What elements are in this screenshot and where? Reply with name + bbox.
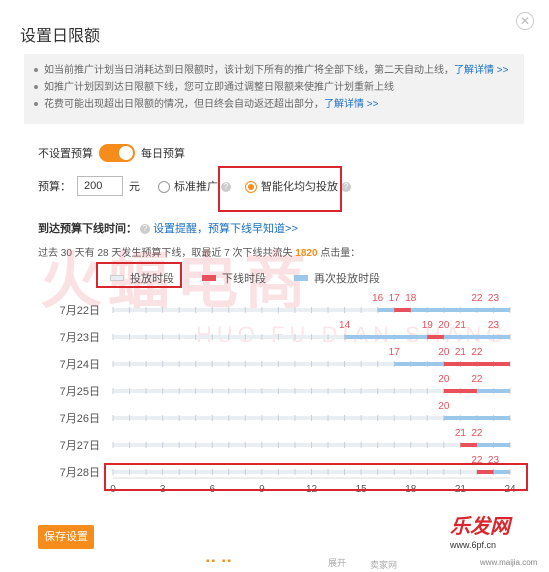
- highlight-row-0728: [104, 463, 528, 491]
- notice-line-3: 花费可能出现超出日限额的情况，但日终会自动返还超出部分，了解详情 >>: [34, 96, 514, 113]
- radio-standard[interactable]: [158, 181, 170, 194]
- notice-box: 如当前推广计划当日消耗达到日限额时，该计划下所有的推广将全部下线，第二天自动上线…: [24, 54, 524, 124]
- footer-site-name: 卖家网: [370, 560, 398, 570]
- offline-segment: [443, 389, 477, 393]
- summary-row: 过去 30 天有 28 天发生预算下线，取最近 7 次下线共流失 1820 点击…: [38, 248, 361, 259]
- hour-data-label: 20: [438, 374, 450, 385]
- bullet-icon: [34, 68, 38, 73]
- offline-time-label: 到达预算下线时间：: [38, 223, 137, 235]
- hour-data-label: 20: [438, 320, 450, 331]
- daily-budget-label: 每日预算: [141, 148, 185, 160]
- relaunch-segment: [476, 443, 510, 447]
- offline-segment: [460, 443, 477, 447]
- highlight-smart-delivery: [218, 166, 342, 212]
- relaunch-segment: [476, 389, 510, 393]
- hour-data-label: 21: [455, 320, 467, 331]
- budget-toggle[interactable]: [99, 144, 135, 162]
- hour-data-label: 22: [471, 374, 483, 385]
- relaunch-segment: [443, 416, 510, 420]
- hour-data-label: 21: [455, 428, 467, 439]
- brand-url: www.6pf.cn: [450, 540, 497, 550]
- set-daily-limit-dialog: 设置日限额 ✕ 如当前推广计划当日消耗达到日限额时，该计划下所有的推广将全部下线…: [0, 0, 549, 572]
- row-date-label: 7月24日: [60, 359, 100, 371]
- bullet-icon: [34, 102, 38, 107]
- hour-data-label: 23: [488, 320, 500, 331]
- learn-more-link-1[interactable]: 了解详情 >>: [454, 65, 508, 76]
- hour-data-label: 14: [339, 320, 351, 331]
- footer-icons: ▪▪ ▪▪: [206, 556, 233, 567]
- toggle-knob: [119, 146, 133, 160]
- offline-segment: [443, 362, 510, 366]
- budget-label: 预算：: [38, 181, 71, 193]
- hour-data-label: 23: [488, 293, 500, 304]
- footer-expand[interactable]: 展开: [328, 556, 346, 569]
- highlight-legend-base: [96, 262, 182, 288]
- lost-clicks-count: 1820: [295, 248, 318, 259]
- brand-logo-text: 乐发网: [450, 516, 510, 538]
- hour-data-label: 18: [405, 293, 417, 304]
- row-date-label: 7月27日: [60, 440, 100, 452]
- hour-data-label: 16: [372, 293, 384, 304]
- notice-line-2: 如推广计划因到达日限额下线，您可立即通过调整日限额来使推广计划重新上线: [34, 79, 514, 96]
- hour-data-label: 17: [389, 347, 401, 358]
- close-icon[interactable]: ✕: [516, 12, 534, 30]
- help-icon[interactable]: ?: [140, 224, 150, 235]
- hour-data-label: 22: [471, 347, 483, 358]
- row-date-label: 7月26日: [60, 413, 100, 425]
- row-date-label: 7月22日: [60, 305, 100, 317]
- no-budget-label: 不设置预算: [38, 148, 93, 160]
- row-date-label: 7月28日: [60, 467, 100, 479]
- budget-unit: 元: [129, 181, 140, 193]
- notice-line-1: 如当前推广计划当日消耗达到日限额时，该计划下所有的推广将全部下线，第二天自动上线…: [34, 62, 514, 79]
- hour-data-label: 20: [438, 347, 450, 358]
- hour-data-label: 19: [422, 320, 434, 331]
- offline-segment: [427, 335, 444, 339]
- legend-swatch-offline: [202, 275, 216, 281]
- offline-segment: [394, 308, 411, 312]
- hour-data-label: 22: [471, 428, 483, 439]
- hour-data-label: 20: [438, 401, 450, 412]
- footer-url: www.maijia.com: [480, 558, 538, 567]
- bullet-icon: [34, 85, 38, 90]
- budget-mode-row: 不设置预算 每日预算: [38, 144, 185, 162]
- dialog-title: 设置日限额: [20, 28, 101, 45]
- legend-item-relaunch: 再次投放时段: [294, 270, 380, 286]
- budget-input[interactable]: 200: [77, 176, 123, 196]
- offline-time-row: 到达预算下线时间：? 设置提醒，预算下线早知道>>: [38, 220, 298, 236]
- legend-swatch-relaunch: [294, 275, 308, 281]
- row-date-label: 7月25日: [60, 386, 100, 398]
- learn-more-link-2[interactable]: 了解详情 >>: [324, 99, 378, 110]
- legend-item-offline: 下线时段: [202, 270, 266, 286]
- hour-data-label: 22: [471, 293, 483, 304]
- hour-data-label: 17: [389, 293, 401, 304]
- row-date-label: 7月23日: [60, 332, 100, 344]
- reminder-link[interactable]: 设置提醒，预算下线早知道>>: [153, 223, 298, 235]
- help-icon[interactable]: ?: [341, 182, 351, 193]
- save-button[interactable]: 保存设置: [38, 525, 94, 549]
- hour-data-label: 21: [455, 347, 467, 358]
